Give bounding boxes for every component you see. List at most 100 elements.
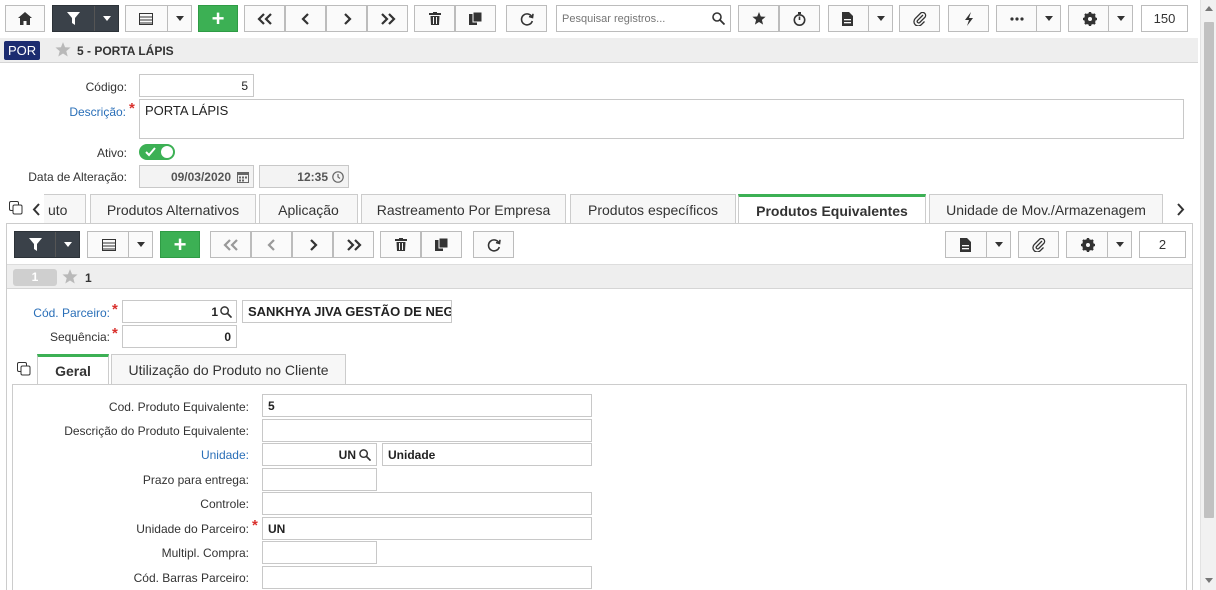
cod-parceiro-label[interactable]: Cód. Parceiro: <box>33 306 110 320</box>
home-button[interactable] <box>5 5 45 32</box>
page-title: 5 - PORTA LÁPIS <box>77 44 174 58</box>
duplicate-window-icon[interactable] <box>9 201 23 215</box>
toggle-knob <box>161 146 173 158</box>
hora-alteracao-value: 12:35 <box>297 169 328 184</box>
controle-field[interactable] <box>262 492 592 515</box>
descricao-label[interactable]: Descrição: <box>69 105 126 119</box>
next-record-button[interactable] <box>326 5 367 32</box>
duplicate-window-icon[interactable] <box>17 362 31 376</box>
sub-report-dropdown[interactable] <box>986 232 1010 257</box>
more-options-button[interactable] <box>996 5 1061 32</box>
paperclip-icon <box>912 11 926 26</box>
attachment-button[interactable] <box>899 5 940 32</box>
calendar-icon <box>237 172 249 183</box>
plus-icon: + <box>211 5 225 31</box>
sub-page-size-field[interactable]: 2 <box>1139 231 1186 258</box>
document-icon <box>960 237 971 252</box>
chevron-down-icon <box>876 16 885 21</box>
sub-attachment-button[interactable] <box>1018 231 1059 258</box>
filter-dropdown[interactable] <box>94 6 118 31</box>
sub-settings-button[interactable] <box>1066 231 1132 258</box>
tab-utilizacao-produto-cliente[interactable]: Utilização do Produto no Cliente <box>111 354 346 384</box>
sub-add-record-button[interactable]: + <box>160 231 200 258</box>
search-icon[interactable] <box>712 12 725 25</box>
sub-report-button[interactable] <box>945 231 1011 258</box>
unidade-parceiro-label: Unidade do Parceiro: <box>136 522 249 536</box>
scroll-down-icon[interactable] <box>1205 578 1213 584</box>
prazo-entrega-field[interactable] <box>262 468 377 491</box>
scrollbar-thumb[interactable] <box>1204 22 1214 518</box>
previous-record-button[interactable] <box>285 5 326 32</box>
search-input[interactable] <box>562 12 702 25</box>
sub-filter-dropdown[interactable] <box>55 232 79 257</box>
page-size-field[interactable]: 150 <box>1141 5 1188 32</box>
unidade-desc-field[interactable]: Unidade <box>382 443 592 466</box>
settings-dropdown[interactable] <box>1108 6 1132 31</box>
report-button[interactable] <box>828 5 893 32</box>
tab-scroll-left-icon[interactable] <box>32 203 41 216</box>
ativo-toggle[interactable] <box>139 144 175 160</box>
tab-rastreamento-por-empresa[interactable]: Rastreamento Por Empresa <box>361 194 566 224</box>
double-chevron-right-icon <box>380 12 396 25</box>
favorite-button[interactable] <box>738 5 779 32</box>
scroll-up-icon[interactable] <box>1205 5 1213 11</box>
sub-delete-button[interactable] <box>380 231 421 258</box>
copy-button[interactable] <box>455 5 496 32</box>
cod-barras-parceiro-field[interactable] <box>262 566 592 589</box>
filter-button[interactable] <box>52 5 119 32</box>
sub-last-record-button[interactable] <box>333 231 374 258</box>
filter-icon <box>67 12 80 25</box>
tab-produto[interactable]: uto <box>44 194 86 224</box>
lightning-icon <box>964 11 973 26</box>
sub-grid-view-button[interactable] <box>87 231 153 258</box>
cod-parceiro-field[interactable]: 1 <box>122 300 237 323</box>
delete-button[interactable] <box>414 5 455 32</box>
tab-unidade-mov-armazenagem[interactable]: Unidade de Mov./Armazenagem <box>929 194 1163 224</box>
multipl-compra-field[interactable] <box>262 541 377 564</box>
unidade-label[interactable]: Unidade: <box>201 448 249 462</box>
parceiro-nome-field[interactable]: SANKHYA JIVA GESTÃO DE NEG <box>242 300 452 323</box>
sequencia-field[interactable]: 0 <box>122 325 237 348</box>
cod-produto-equivalente-field[interactable]: 5 <box>262 394 592 417</box>
sub-grid-view-dropdown[interactable] <box>128 232 152 257</box>
add-record-button[interactable]: + <box>198 5 238 32</box>
sub-copy-button[interactable] <box>421 231 462 258</box>
timer-button[interactable] <box>779 5 820 32</box>
sub-next-record-button[interactable] <box>292 231 333 258</box>
tab-scroll-right-icon[interactable] <box>1176 203 1185 216</box>
sub-settings-dropdown[interactable] <box>1107 232 1131 257</box>
descricao-field[interactable]: PORTA LÁPIS <box>139 99 1184 139</box>
sub-previous-record-button[interactable] <box>251 231 292 258</box>
star-icon[interactable] <box>55 42 71 57</box>
unidade-code-field[interactable]: UN <box>262 443 377 466</box>
grid-view-button[interactable] <box>125 5 192 32</box>
sub-refresh-button[interactable] <box>473 231 514 258</box>
tab-produtos-especificos[interactable]: Produtos específicos <box>570 194 736 224</box>
tab-geral[interactable]: Geral <box>37 354 109 385</box>
star-icon[interactable] <box>62 269 78 284</box>
refresh-button[interactable] <box>506 5 547 32</box>
descricao-produto-equivalente-field[interactable] <box>262 419 592 442</box>
sub-first-record-button[interactable] <box>210 231 251 258</box>
grid-view-dropdown[interactable] <box>167 6 191 31</box>
codigo-field[interactable]: 5 <box>139 74 254 97</box>
unidade-parceiro-field[interactable]: UN <box>262 517 592 540</box>
settings-button[interactable] <box>1068 5 1133 32</box>
tab-produtos-alternativos[interactable]: Produtos Alternativos <box>90 194 256 224</box>
document-icon <box>842 11 853 26</box>
page-scrollbar[interactable] <box>1200 0 1216 590</box>
tab-aplicacao[interactable]: Aplicação <box>259 194 358 224</box>
more-options-dropdown[interactable] <box>1036 6 1060 31</box>
clock-icon <box>332 171 344 183</box>
sub-filter-button[interactable] <box>14 231 80 258</box>
search-box[interactable] <box>556 5 731 32</box>
tab-produtos-equivalentes[interactable]: Produtos Equivalentes <box>738 194 926 225</box>
gear-icon <box>1081 237 1095 252</box>
search-icon[interactable] <box>220 306 232 318</box>
report-dropdown[interactable] <box>868 6 892 31</box>
search-icon[interactable] <box>359 449 371 461</box>
actions-button[interactable] <box>948 5 989 32</box>
last-record-button[interactable] <box>367 5 408 32</box>
first-record-button[interactable] <box>244 5 285 32</box>
check-icon <box>145 147 156 157</box>
